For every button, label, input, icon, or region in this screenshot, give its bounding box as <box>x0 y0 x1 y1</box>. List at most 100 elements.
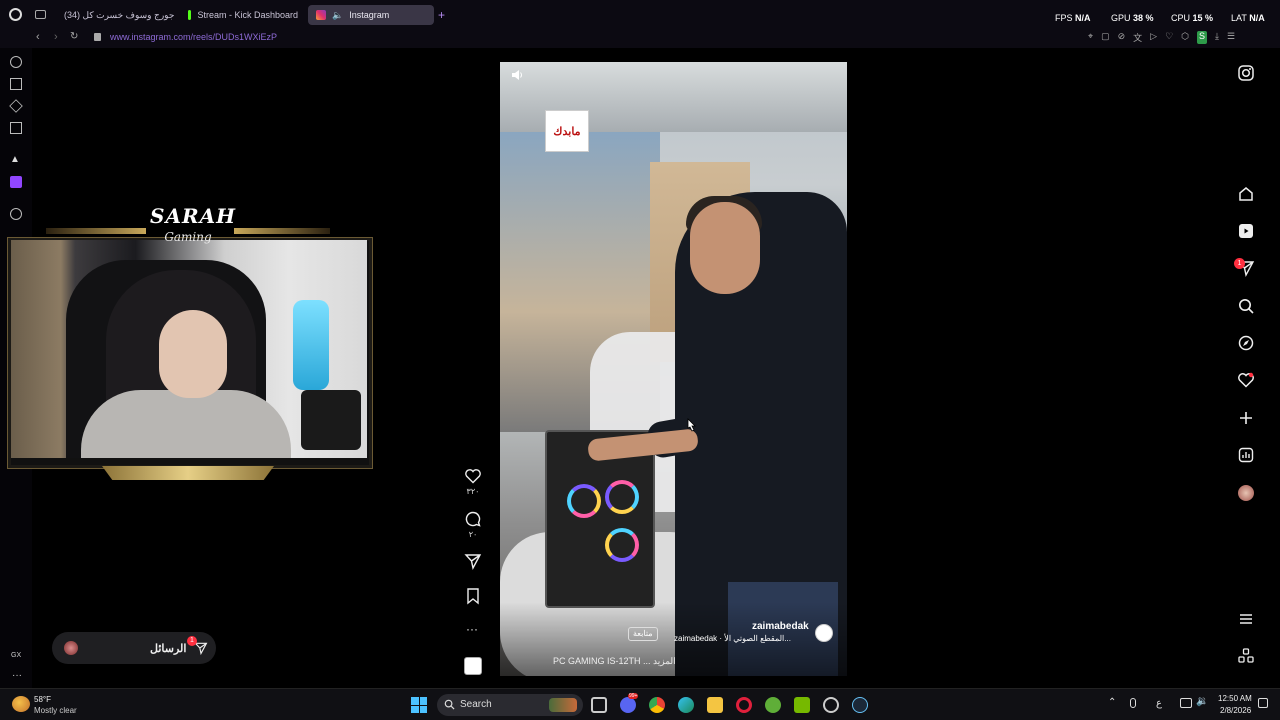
volume-icon[interactable] <box>510 68 524 82</box>
search-icon[interactable] <box>1237 297 1255 315</box>
search-label: Search <box>460 699 492 710</box>
heart-icon[interactable]: ♡ <box>1165 31 1173 44</box>
follow-button[interactable]: متابعة <box>628 627 658 641</box>
gx-corner-icon[interactable] <box>10 56 22 68</box>
taskbar-search[interactable]: Search <box>437 694 583 716</box>
forward-icon[interactable]: › <box>54 31 58 43</box>
nvidia-icon[interactable] <box>794 697 810 713</box>
reel-username[interactable]: zaimabedak <box>752 621 809 632</box>
also-from-meta-icon[interactable] <box>1237 647 1255 665</box>
microphone <box>293 300 329 390</box>
language-indicator[interactable]: ع <box>1156 698 1162 709</box>
more-options-icon[interactable]: ··· <box>466 622 478 636</box>
discord-badge: 99+ <box>628 693 639 699</box>
messenger-icon[interactable] <box>10 122 22 134</box>
rgb-fan <box>605 528 639 562</box>
play-icon[interactable]: ▷ <box>1150 31 1157 44</box>
gx-control-icon[interactable] <box>10 78 22 90</box>
more-icon[interactable]: ··· <box>12 670 22 681</box>
overlay-frame-bottom <box>102 466 274 480</box>
home-icon[interactable] <box>1237 185 1255 203</box>
workspaces-icon[interactable] <box>35 10 46 19</box>
instagram-logo-icon[interactable] <box>1237 64 1255 82</box>
aria-icon[interactable]: ▲ <box>10 154 22 166</box>
stream-logo-subtitle: Gaming <box>164 230 212 244</box>
file-explorer-icon[interactable] <box>707 697 723 713</box>
easy-setup-icon[interactable]: ☰ <box>1227 31 1235 44</box>
messages-chip[interactable]: الرسائل 1 <box>52 632 216 664</box>
windows-taskbar: 58°F Mostly clear Search 99+ ⌃ ع 🔉 12:50… <box>0 688 1280 720</box>
steam-icon[interactable] <box>852 697 868 713</box>
tab-youtube[interactable]: جورج وسوف خسرت كل (34) <box>50 5 178 25</box>
share-icon[interactable] <box>464 552 482 570</box>
extensions-icon[interactable]: ⬡ <box>1181 31 1189 44</box>
reels-icon[interactable] <box>1237 222 1255 240</box>
gpu-stat: GPU 38 % <box>1111 13 1154 23</box>
messages-badge: 1 <box>187 636 197 646</box>
like-icon[interactable] <box>464 467 482 485</box>
edge-icon[interactable] <box>678 697 694 713</box>
snapshot-icon[interactable]: ▢ <box>1101 31 1110 44</box>
task-view-icon[interactable] <box>591 697 607 713</box>
new-tab-button[interactable]: + <box>438 8 445 22</box>
network-icon[interactable] <box>1180 698 1192 708</box>
reel-caption[interactable]: PC GAMING IS-12TH ... المزيد <box>553 656 676 667</box>
messages-avatar <box>64 641 78 655</box>
video-man-head <box>690 202 760 294</box>
comment-icon[interactable] <box>464 510 482 528</box>
lat-stat: LAT N/A <box>1231 13 1265 23</box>
tab-kick-dashboard[interactable]: Stream - Kick Dashboard <box>180 5 306 25</box>
tray-chevron-icon[interactable]: ⌃ <box>1108 697 1116 708</box>
search-highlight-icon <box>549 698 577 712</box>
settings-icon[interactable] <box>823 697 839 713</box>
more-menu-icon[interactable] <box>1237 610 1255 628</box>
instagram-icon <box>316 10 326 20</box>
reel-audio[interactable]: zaimabedak · المقطع الصوتي الأ... <box>674 634 791 643</box>
save-icon[interactable] <box>464 587 482 605</box>
messages-label: الرسائل <box>150 643 187 655</box>
explore-icon[interactable] <box>1237 334 1255 352</box>
notification-center-icon[interactable] <box>1258 698 1268 708</box>
volume-tray-icon[interactable]: 🔉 <box>1196 696 1208 707</box>
weather-icon[interactable] <box>12 696 30 712</box>
url-field[interactable]: www.instagram.com/reels/DUDs1WXiEzP <box>110 32 277 42</box>
mic-arm <box>301 390 361 450</box>
twitch-icon[interactable] <box>10 176 22 188</box>
download-icon[interactable]: ⤓ <box>1215 31 1219 44</box>
discord-icon[interactable] <box>620 697 636 713</box>
tab-instagram[interactable]: 🔈 Instagram <box>308 5 434 25</box>
reel-video[interactable]: مابدك zaimabedak zaimabedak · المقطع الص… <box>500 62 847 676</box>
gx-label[interactable]: GX <box>11 652 21 659</box>
clock-time[interactable]: 12:50 AM <box>1218 694 1252 703</box>
player-icon[interactable] <box>10 208 22 220</box>
profile-icon[interactable]: S <box>1197 31 1208 44</box>
overlay-frame-ornament <box>46 228 146 234</box>
windows-start-icon[interactable] <box>411 697 427 713</box>
hoodie <box>81 390 291 458</box>
webcam-feed <box>11 240 367 458</box>
dashboard-icon[interactable] <box>1237 446 1255 464</box>
weather-temp[interactable]: 58°F <box>34 695 51 704</box>
opera-gx-menu-icon[interactable] <box>9 8 22 21</box>
chrome-icon[interactable] <box>649 697 665 713</box>
pin-icon[interactable]: ⌖ <box>1088 31 1093 44</box>
tab-label: Stream - Kick Dashboard <box>197 10 298 20</box>
search-icon <box>444 699 455 710</box>
notifications-heart-icon[interactable] <box>1237 371 1255 389</box>
reload-icon[interactable]: ↻ <box>70 31 78 42</box>
browser-tab-bar: جورج وسوف خسرت كل (34) Stream - Kick Das… <box>0 0 1280 28</box>
opera-gx-taskbar-icon[interactable] <box>736 697 752 713</box>
adblock-icon[interactable]: ⊘ <box>1118 31 1126 44</box>
xbox-icon[interactable] <box>765 697 781 713</box>
audio-thumbnail[interactable] <box>464 657 482 675</box>
profile-avatar[interactable] <box>1238 485 1254 501</box>
comment-count: ٢٠ <box>468 530 478 539</box>
back-icon[interactable]: ‹ <box>36 31 40 43</box>
mic-tray-icon[interactable] <box>1130 698 1136 708</box>
reel-avatar[interactable] <box>815 624 833 642</box>
clock-date[interactable]: 2/8/2026 <box>1220 706 1251 715</box>
weather-desc[interactable]: Mostly clear <box>34 706 77 715</box>
create-icon[interactable] <box>1237 409 1255 427</box>
gx-cleaner-icon[interactable] <box>9 99 23 113</box>
translate-icon[interactable]: 文 <box>1133 31 1142 44</box>
